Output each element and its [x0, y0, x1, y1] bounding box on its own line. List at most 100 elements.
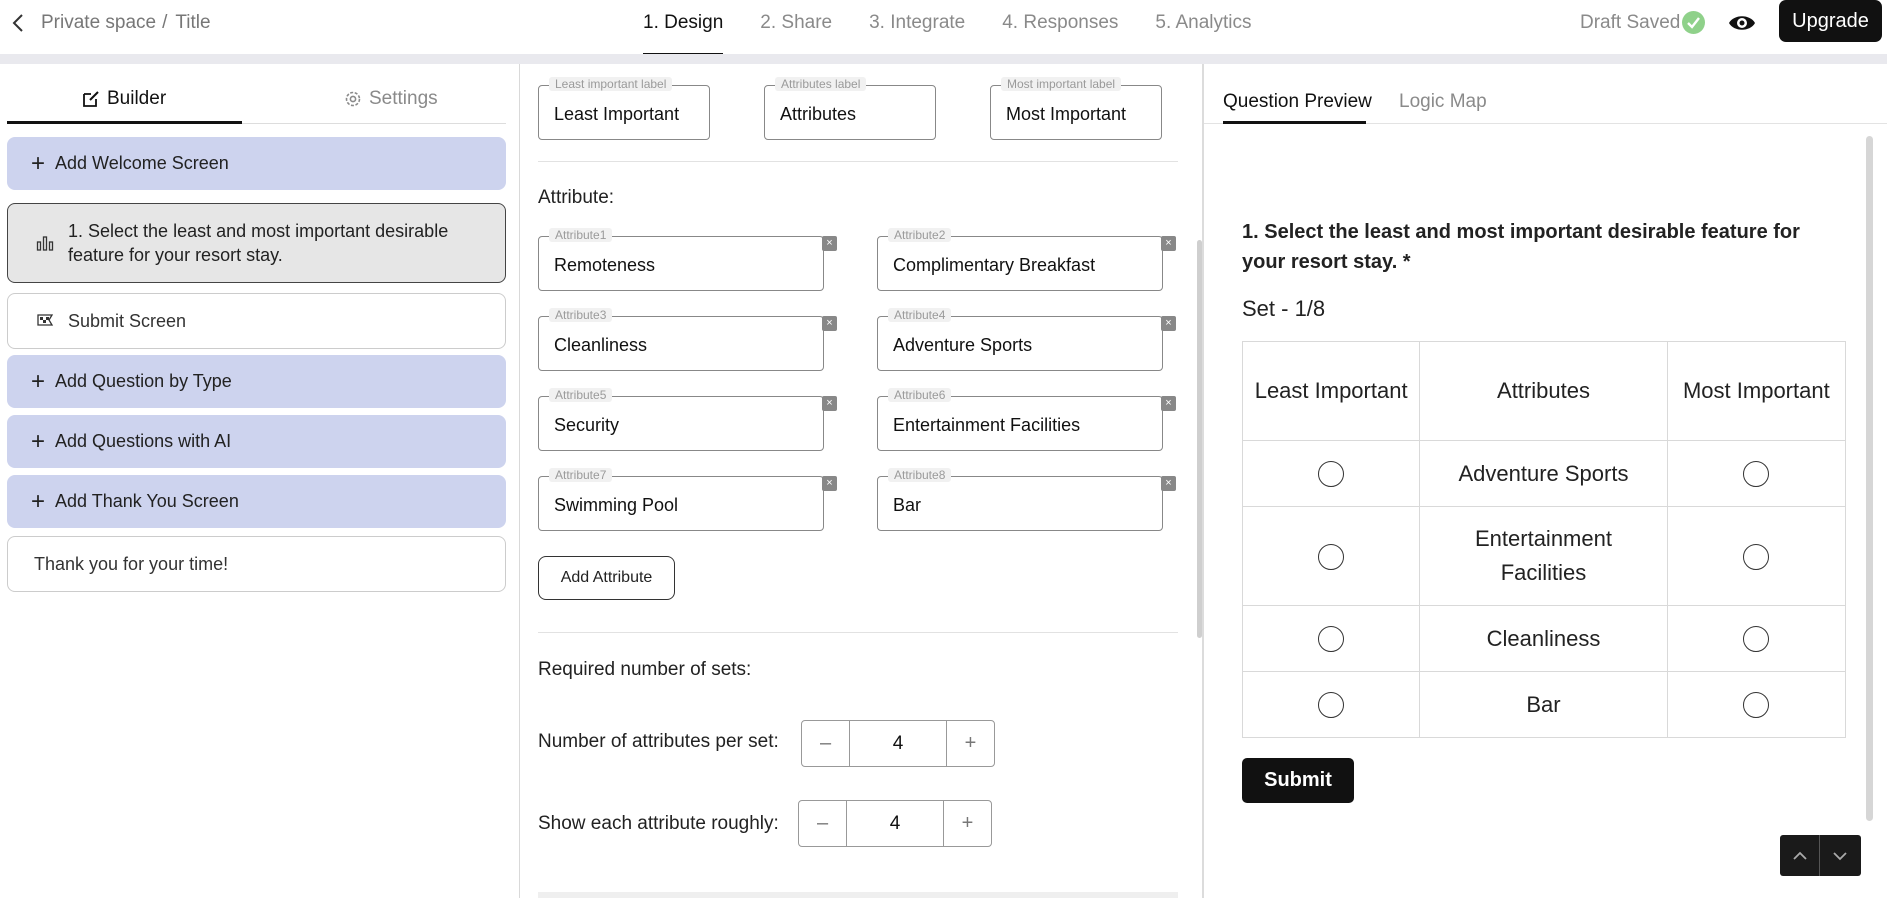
attributes-per-set-label: Number of attributes per set:: [538, 731, 779, 752]
active-tab-indicator: [1223, 121, 1366, 124]
stepper-value[interactable]: 4: [846, 801, 944, 846]
field-value: Bar: [893, 495, 922, 515]
tab-settings[interactable]: Settings: [343, 88, 438, 110]
column-header-most: Most Important: [1666, 341, 1847, 441]
plus-icon: +: [31, 427, 46, 455]
least-important-radio[interactable]: [1318, 461, 1345, 488]
table-row: Entertainment Facilities: [1241, 506, 1847, 606]
attribute-field-1[interactable]: Attribute1 Remoteness ×: [538, 228, 837, 291]
add-thank-you-label: Add Thank You Screen: [55, 491, 239, 511]
add-thank-you-screen-button[interactable]: + Add Thank You Screen: [7, 475, 506, 528]
most-important-radio[interactable]: [1743, 543, 1770, 570]
preview-question-title: 1. Select the least and most important d…: [1242, 221, 1800, 273]
decrement-button[interactable]: –: [802, 721, 849, 766]
tab-share[interactable]: 2. Share: [760, 0, 832, 56]
header-divider: [0, 54, 1887, 64]
question-nav: [1780, 835, 1861, 876]
remove-attribute-icon[interactable]: ×: [822, 396, 837, 411]
attribute-field-7[interactable]: Attribute7 Swimming Pool ×: [538, 468, 837, 531]
breadcrumb-space[interactable]: Private space: [41, 12, 156, 33]
edit-icon: [83, 91, 99, 107]
least-important-radio[interactable]: [1318, 626, 1345, 653]
table-row: Bar: [1241, 671, 1847, 738]
add-question-by-type-button[interactable]: + Add Question by Type: [7, 355, 506, 408]
chevron-up-icon[interactable]: [1780, 835, 1820, 876]
decrement-button[interactable]: –: [799, 801, 846, 846]
stepper-value[interactable]: 4: [849, 721, 947, 766]
check-circle-icon: [1682, 11, 1705, 34]
least-important-radio[interactable]: [1318, 543, 1345, 570]
tab-design[interactable]: 1. Design: [643, 0, 724, 56]
preview-scrollbar[interactable]: [1866, 136, 1873, 821]
thank-you-screen-item[interactable]: Thank you for your time!: [7, 536, 506, 592]
most-important-radio[interactable]: [1743, 626, 1770, 653]
attribute-field-6[interactable]: Attribute6 Entertainment Facilities ×: [877, 388, 1176, 451]
question-item-1[interactable]: 1. Select the least and most important d…: [7, 203, 506, 283]
tab-logic-map[interactable]: Logic Map: [1399, 91, 1487, 113]
tab-responses[interactable]: 4. Responses: [1002, 0, 1118, 56]
field-legend: Attribute2: [888, 228, 952, 242]
column-header-attributes: Attributes: [1419, 341, 1668, 441]
upgrade-button[interactable]: Upgrade: [1779, 0, 1882, 42]
chevron-down-icon[interactable]: [1820, 835, 1860, 876]
top-bar: Private space / Title 1. Design 2. Share 3…: [0, 0, 1887, 56]
add-by-type-label: Add Question by Type: [55, 371, 232, 391]
attribute-field-5[interactable]: Attribute5 Security ×: [538, 388, 837, 451]
least-important-label-field[interactable]: Least important label Least Important: [538, 77, 710, 140]
tab-integrate[interactable]: 3. Integrate: [869, 0, 965, 56]
table-row: Cleanliness: [1241, 605, 1847, 672]
field-legend: Attribute3: [549, 308, 613, 322]
breadcrumb: Private space / Title: [41, 12, 211, 34]
increment-button[interactable]: +: [944, 801, 991, 846]
plus-icon: +: [31, 487, 46, 515]
remove-attribute-icon[interactable]: ×: [1161, 476, 1176, 491]
most-important-label-field[interactable]: Most important label Most Important: [990, 77, 1162, 140]
most-important-radio[interactable]: [1743, 692, 1770, 719]
draft-status: Draft Saved: [1580, 12, 1681, 33]
field-legend: Attribute5: [549, 388, 613, 402]
divider: [538, 161, 1178, 162]
remove-attribute-icon[interactable]: ×: [822, 476, 837, 491]
increment-button[interactable]: +: [947, 721, 994, 766]
submit-screen-item[interactable]: Submit Screen: [7, 293, 506, 349]
checkered-flag-icon: [34, 313, 56, 329]
least-cell: [1241, 671, 1421, 738]
tab-settings-label: Settings: [369, 88, 438, 109]
least-cell: [1241, 506, 1421, 606]
active-tab-indicator: [7, 121, 242, 124]
breadcrumb-title[interactable]: Title: [175, 12, 210, 33]
plus-icon: +: [31, 149, 46, 177]
remove-attribute-icon[interactable]: ×: [822, 236, 837, 251]
add-welcome-screen-button[interactable]: + Add Welcome Screen: [7, 137, 506, 190]
least-important-radio[interactable]: [1318, 692, 1345, 719]
tab-analytics[interactable]: 5. Analytics: [1155, 0, 1251, 56]
attribute-field-3[interactable]: Attribute3 Cleanliness ×: [538, 308, 837, 371]
most-cell: [1666, 440, 1847, 507]
column-header-least: Least Important: [1241, 341, 1421, 441]
submit-button[interactable]: Submit: [1242, 758, 1354, 803]
field-legend: Attributes label: [775, 77, 867, 91]
chevron-left-icon[interactable]: [8, 12, 30, 34]
remove-attribute-icon[interactable]: ×: [1161, 396, 1176, 411]
field-value: Cleanliness: [554, 335, 648, 355]
remove-attribute-icon[interactable]: ×: [1161, 316, 1176, 331]
eye-icon[interactable]: [1728, 10, 1756, 36]
gear-icon: [345, 91, 361, 107]
preview-tabs: Question Preview Logic Map: [1204, 64, 1887, 124]
attribute-cell: Entertainment Facilities: [1419, 506, 1668, 606]
remove-attribute-icon[interactable]: ×: [822, 316, 837, 331]
field-value: Complimentary Breakfast: [893, 255, 1096, 275]
attributes-label-field[interactable]: Attributes label Attributes: [764, 77, 936, 140]
attribute-field-4[interactable]: Attribute4 Adventure Sports ×: [877, 308, 1176, 371]
add-attribute-button[interactable]: Add Attribute: [538, 556, 675, 600]
tab-builder[interactable]: Builder: [81, 88, 166, 110]
field-value: Entertainment Facilities: [893, 415, 1081, 435]
add-questions-with-ai-button[interactable]: + Add Questions with AI: [7, 415, 506, 468]
question-editor: Least important label Least Important At…: [520, 64, 1202, 898]
remove-attribute-icon[interactable]: ×: [1161, 236, 1176, 251]
attribute-field-2[interactable]: Attribute2 Complimentary Breakfast ×: [877, 228, 1176, 291]
most-important-radio[interactable]: [1743, 461, 1770, 488]
field-value: Remoteness: [554, 255, 656, 275]
attribute-field-8[interactable]: Attribute8 Bar ×: [877, 468, 1176, 531]
tab-question-preview[interactable]: Question Preview: [1223, 91, 1372, 113]
